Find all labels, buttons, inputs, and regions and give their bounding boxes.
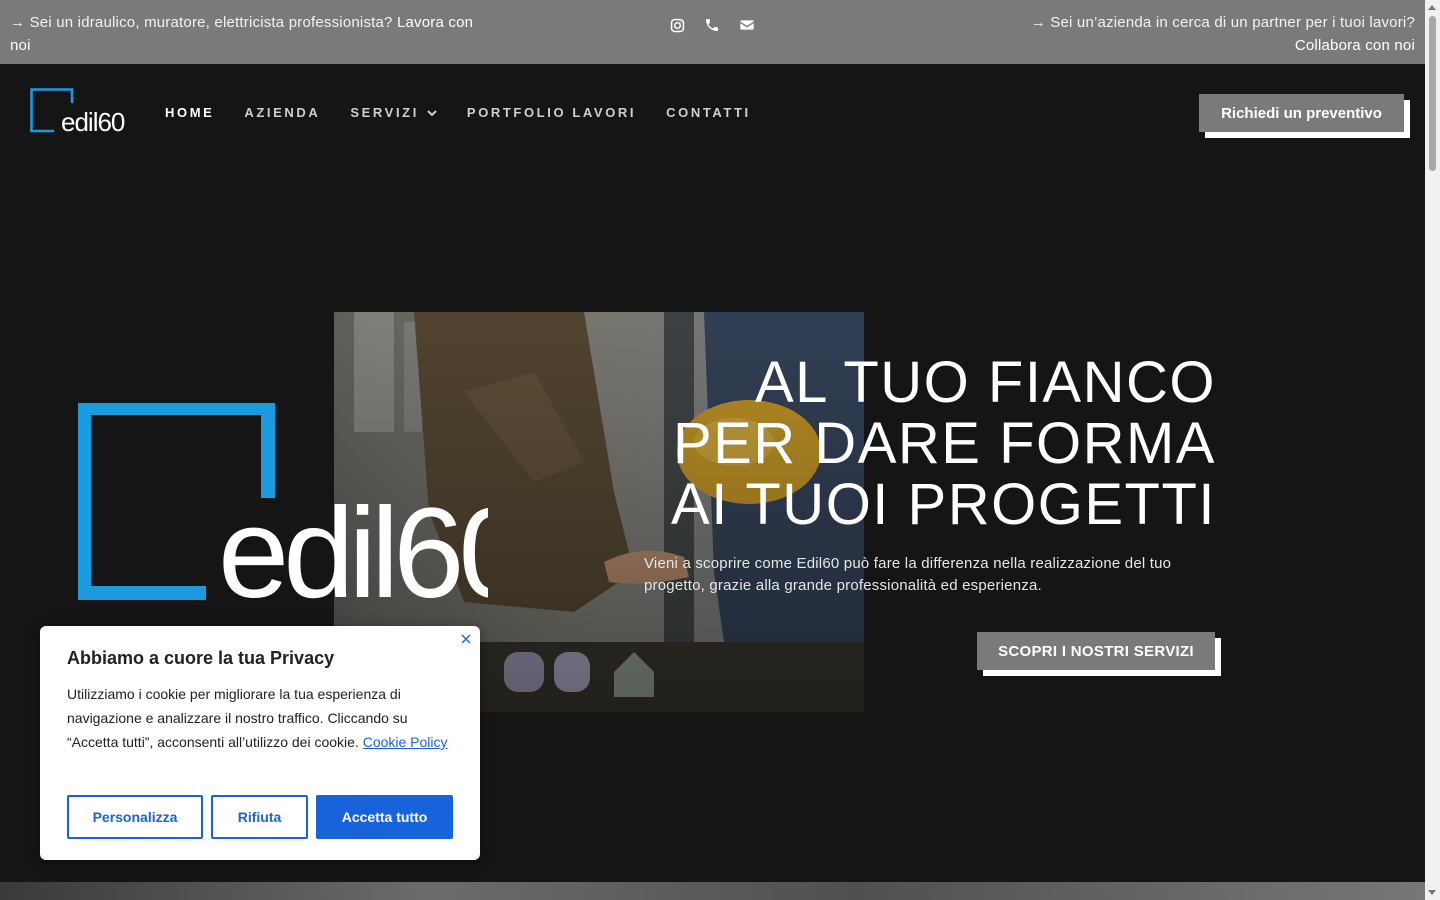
collaborate-link[interactable]: Collabora con noi (1295, 37, 1415, 54)
topbar-right-text: → Sei un’azienda in cerca di un partner … (1030, 14, 1415, 31)
chevron-down-icon (427, 105, 437, 120)
hero-title-line: AI TUOI PROGETTI (671, 472, 1216, 537)
scroll-up-arrow-icon[interactable] (1428, 5, 1436, 10)
nav-item-servizi[interactable]: SERVIZI (350, 105, 437, 120)
nav-item-label: HOME (165, 105, 215, 120)
nav-item-home[interactable]: HOME (165, 105, 214, 120)
cookie-consent-dialog: Abbiamo a cuore la tua Privacy Utilizzia… (40, 626, 480, 860)
customize-button[interactable]: Personalizza (67, 795, 203, 839)
main-nav: HOME AZIENDA SERVIZI PORTFOLIO LAVORI CO… (165, 105, 751, 120)
site-header: edil60 HOME AZIENDA SERVIZI PORTFOLIO LA… (0, 64, 1425, 160)
cookie-body-text: Utilizziamo i cookie per migliorare la t… (67, 686, 408, 750)
topbar-left-message: → Sei un idraulico, muratore, elettricis… (10, 11, 480, 57)
site-logo[interactable]: edil60 (30, 88, 126, 137)
services-button-wrapper: SCOPRI I NOSTRI SERVIZI (977, 632, 1221, 676)
nav-item-label: CONTATTI (666, 105, 751, 120)
page-scrollbar[interactable] (1425, 0, 1440, 900)
hero-logo: edil60 (77, 401, 531, 625)
topbar-left-text: → Sei un idraulico, muratore, elettricis… (10, 14, 397, 31)
cookie-message: Utilizziamo i cookie per migliorare la t… (67, 682, 459, 754)
hero-title: AL TUO FIANCO PER DARE FORMA AI TUOI PRO… (600, 352, 1216, 535)
logo-wordmark: edil60 (61, 107, 125, 134)
nav-item-azienda[interactable]: AZIENDA (244, 105, 320, 120)
hero-subtitle: Vieni a scoprire come Edil60 può fare la… (644, 555, 1172, 594)
nav-item-label: AZIENDA (244, 105, 321, 120)
topbar-social-icons (668, 16, 756, 34)
nav-item-portfolio[interactable]: PORTFOLIO LAVORI (467, 105, 636, 120)
hero-title-line: PER DARE FORMA (672, 411, 1216, 476)
scrollbar-thumb[interactable] (1429, 16, 1436, 171)
next-section-preview (0, 882, 1425, 900)
cookie-policy-link[interactable]: Cookie Policy (363, 734, 448, 750)
top-bar: → Sei un idraulico, muratore, elettricis… (0, 0, 1425, 64)
instagram-icon[interactable] (668, 16, 686, 34)
cookie-title: Abbiamo a cuore la tua Privacy (67, 648, 335, 668)
reject-button[interactable]: Rifiuta (211, 795, 308, 839)
request-quote-button[interactable]: Richiedi un preventivo (1199, 94, 1404, 132)
phone-icon[interactable] (703, 16, 721, 34)
hero-title-line: AL TUO FIANCO (754, 350, 1216, 415)
close-icon[interactable] (460, 632, 472, 644)
discover-services-button[interactable]: SCOPRI I NOSTRI SERVIZI (977, 632, 1215, 670)
nav-item-label: SERVIZI (350, 105, 419, 120)
accept-all-button[interactable]: Accetta tutto (316, 795, 453, 839)
quote-button-wrapper: Richiedi un preventivo (1199, 94, 1410, 138)
email-icon[interactable] (738, 16, 756, 34)
hero-logo-wordmark: edil60 (218, 482, 488, 603)
scroll-down-arrow-icon[interactable] (1428, 890, 1436, 895)
cookie-buttons: Personalizza Rifiuta Accetta tutto (67, 795, 453, 839)
nav-item-label: PORTFOLIO LAVORI (466, 105, 637, 120)
topbar-right-message: → Sei un’azienda in cerca di un partner … (995, 11, 1415, 57)
nav-item-contatti[interactable]: CONTATTI (666, 105, 751, 120)
